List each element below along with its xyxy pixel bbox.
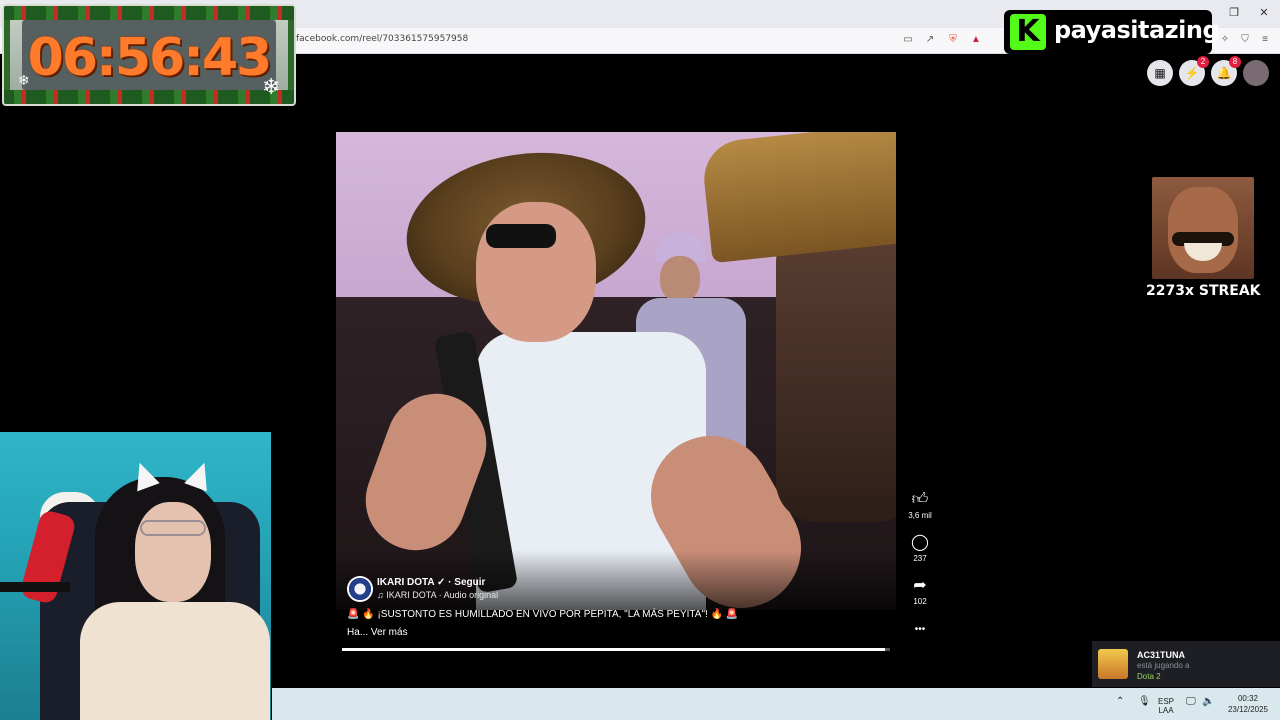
meme-image <box>1152 177 1254 279</box>
comment-button[interactable]: ◯ 237 <box>902 533 938 563</box>
clock-date: 23/12/2025 <box>1227 705 1269 714</box>
see-more-link[interactable]: Ha... Ver más <box>347 627 408 638</box>
webcam-glasses <box>140 520 206 536</box>
url-text[interactable]: facebook.com/reel/703361575957958 <box>296 34 468 44</box>
language-code: ESP <box>1158 697 1175 706</box>
video-progress-fill <box>342 648 885 651</box>
more-icon: ••• <box>914 624 926 635</box>
extensions-icon[interactable]: ✧ <box>1218 33 1232 47</box>
language-indicator[interactable]: ESP LAA <box>1158 697 1174 715</box>
streak-label: 2273x STREAK <box>1146 283 1261 299</box>
brave-rewards-icon[interactable]: ▲ <box>969 33 983 47</box>
network-icon[interactable]: 🖵 <box>1186 697 1196 707</box>
friend-name: AC31TUNA <box>1137 650 1186 660</box>
brave-shield-icon[interactable]: ⛨ <box>946 33 960 47</box>
snowflake-icon: ❄ <box>262 74 281 99</box>
clock-time: 00:32 <box>1237 694 1259 703</box>
vpn-icon[interactable]: ⛉ <box>1238 33 1252 47</box>
volume-icon[interactable]: 🔈 <box>1202 697 1214 707</box>
microphone-tray-icon[interactable]: 🎙︎ <box>1138 697 1151 707</box>
video-sunglasses <box>486 224 556 248</box>
webcam-overlay <box>0 432 271 720</box>
keyboard-layout: LAA <box>1158 706 1174 715</box>
video-hair <box>776 222 896 522</box>
mic-arm <box>0 582 70 592</box>
timer-digits: 06:56:43 <box>27 28 273 88</box>
kick-branding: K payasitazing <box>1004 10 1220 54</box>
maximize-button[interactable]: ❐ <box>1226 6 1242 19</box>
steam-notification[interactable]: AC31TUNA está jugando a Dota 2 <box>1092 641 1280 687</box>
reel-video[interactable] <box>336 132 896 610</box>
like-count: 3,6 mil <box>908 511 932 520</box>
comment-count: 237 <box>913 554 927 563</box>
messenger-badge: 2 <box>1197 56 1209 68</box>
separator-dot: · <box>448 577 452 588</box>
share-button[interactable]: ➦ 102 <box>902 576 938 606</box>
messenger-icon: ⚡ <box>1184 66 1200 80</box>
friend-avatar <box>1098 649 1128 679</box>
share-arrow-icon: ➦ <box>913 577 927 594</box>
garland-top <box>4 6 294 20</box>
video-progress-bar[interactable] <box>342 648 890 651</box>
kick-logo-icon: K <box>1010 14 1046 50</box>
comment-icon: ◯ <box>911 534 929 551</box>
verified-icon: ✓ <box>437 577 446 588</box>
countdown-timer-overlay: 06:56:43 ❄ ❄ <box>2 4 296 106</box>
garland-bottom <box>4 90 294 104</box>
webcam-top <box>80 602 270 720</box>
close-window-button[interactable]: ✕ <box>1256 6 1272 19</box>
friend-status: está jugando a <box>1137 661 1190 670</box>
notifications-button[interactable]: 🔔 8 <box>1211 56 1241 86</box>
author-name[interactable]: IKARI DOTA <box>377 577 434 588</box>
menu-grid-button[interactable]: ▦ <box>1147 60 1173 86</box>
share-count: 102 <box>913 597 927 606</box>
follow-button[interactable]: Seguir <box>454 577 485 588</box>
taskbar-clock[interactable]: 00:32 23/12/2025 <box>1222 693 1274 715</box>
more-options-button[interactable]: ••• <box>902 620 938 640</box>
friend-game: Dota 2 <box>1137 672 1161 681</box>
snowflake-icon: ❄ <box>18 72 30 88</box>
author-name-line[interactable]: IKARI DOTA ✓ · Seguir <box>377 577 485 588</box>
taskbar <box>272 688 1280 720</box>
video-face <box>476 202 596 342</box>
screen: – ❐ ✕ facebook.com/reel/703361575957958 … <box>0 0 1280 720</box>
share-icon[interactable]: ↗ <box>923 33 937 47</box>
like-button[interactable]: 👍︎ 3,6 mil <box>902 490 938 520</box>
audio-label[interactable]: ♫ IKARI DOTA · Audio original <box>377 590 498 600</box>
webcam-face <box>135 502 211 602</box>
notifications-badge: 8 <box>1229 56 1241 68</box>
chevron-up-icon[interactable]: ⌃ <box>1116 697 1124 707</box>
menu-icon[interactable]: ≡ <box>1258 33 1272 47</box>
messenger-button[interactable]: ⚡ 2 <box>1179 56 1209 86</box>
video-hat-foreground <box>700 132 896 264</box>
cast-icon[interactable]: ▭ <box>901 33 915 47</box>
author-avatar[interactable] <box>347 576 373 602</box>
grid-icon: ▦ <box>1154 66 1166 80</box>
reel-caption: 🚨 🔥 ¡SUSTONTO ES HUMILLADO EN VIVO POR P… <box>347 609 739 620</box>
profile-avatar-button[interactable] <box>1243 60 1269 86</box>
bell-icon: 🔔 <box>1216 66 1232 80</box>
streamer-name: payasitazing <box>1054 16 1220 44</box>
thumbs-up-icon: 👍︎ <box>911 491 929 508</box>
